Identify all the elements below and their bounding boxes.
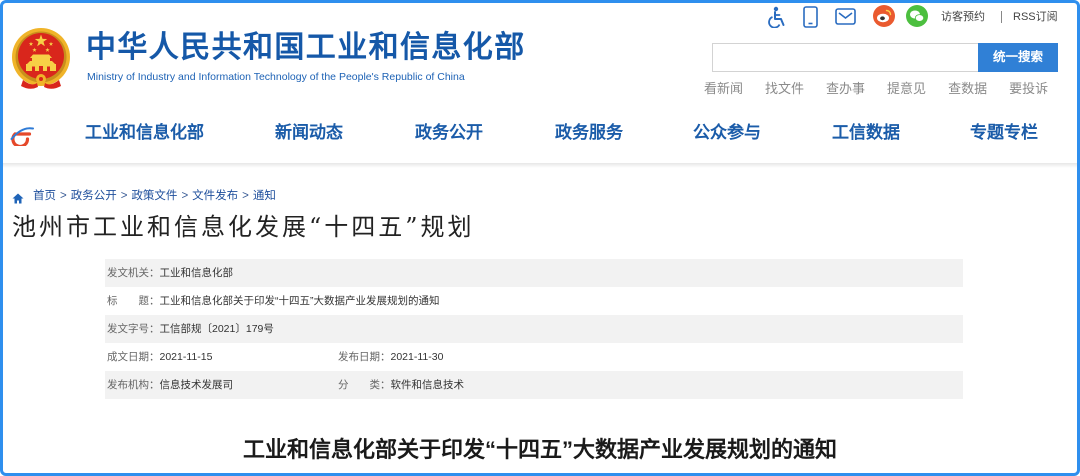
search-button[interactable]: 统一搜索 <box>978 43 1058 72</box>
quick-link-suggestions[interactable]: 提意见 <box>887 81 926 97</box>
site-title[interactable]: 中华人民共和国工业和信息化部 <box>86 30 526 66</box>
category-value: 软件和信息技术 <box>390 379 465 391</box>
nav-item-data[interactable]: 工信数据 <box>832 122 900 144</box>
doc-number-value: 工信部规〔2021〕179号 <box>159 323 274 335</box>
accessibility-icon[interactable] <box>767 6 787 29</box>
breadcrumb-gov-affairs[interactable]: 政务公开 <box>71 190 117 202</box>
site-subtitle: Ministry of Industry and Information Tec… <box>87 71 465 83</box>
mobile-icon[interactable] <box>803 6 818 28</box>
nav-divider <box>0 163 1080 168</box>
publish-date-label: 发布日期： <box>338 351 391 363</box>
doc-number-label: 发文字号： <box>107 323 160 335</box>
breadcrumb-separator: > <box>60 190 67 202</box>
breadcrumb-separator: > <box>120 190 128 202</box>
top-link-divider <box>1001 11 1002 23</box>
national-emblem-icon[interactable] <box>10 27 72 91</box>
breadcrumb-file-release[interactable]: 文件发布 <box>192 190 238 202</box>
category-field: 分 类：软件和信息技术 <box>338 371 464 399</box>
quick-links: 看新闻 找文件 查办事 提意见 查数据 要投诉 <box>704 81 1048 97</box>
written-date-label: 成文日期： <box>107 351 160 363</box>
weibo-icon[interactable] <box>873 5 895 27</box>
publisher-field: 发布机构：信息技术发展司 <box>107 371 233 399</box>
nav-item-gov-services[interactable]: 政务服务 <box>555 122 623 144</box>
written-date-value: 2021-11-15 <box>159 351 213 363</box>
nav-item-gov-affairs[interactable]: 政务公开 <box>415 122 483 144</box>
breadcrumb-separator: > <box>181 190 189 202</box>
quick-link-files[interactable]: 找文件 <box>765 81 804 97</box>
info-row: 发文字号：工信部规〔2021〕179号 <box>105 315 963 343</box>
publish-date-field: 发布日期：2021-11-30 <box>338 343 443 371</box>
publish-date-value: 2021-11-30 <box>390 351 444 363</box>
mail-icon[interactable] <box>835 8 856 25</box>
title-value: 工业和信息化部关于印发“十四五”大数据产业发展规划的通知 <box>159 295 440 307</box>
title-field: 标 题：工业和信息化部关于印发“十四五”大数据产业发展规划的通知 <box>107 287 440 315</box>
home-icon[interactable] <box>12 191 24 204</box>
breadcrumb-policy-files[interactable]: 政策文件 <box>131 190 177 202</box>
quick-link-news[interactable]: 看新闻 <box>704 81 743 97</box>
issuer-value: 工业和信息化部 <box>159 267 234 279</box>
quick-link-services[interactable]: 查办事 <box>826 81 865 97</box>
issuer-field: 发文机关：工业和信息化部 <box>107 259 233 287</box>
doc-number-field: 发文字号：工信部规〔2021〕179号 <box>107 315 274 343</box>
category-label: 分 类： <box>338 379 391 391</box>
publisher-label: 发布机构： <box>107 379 160 391</box>
breadcrumb-separator: > <box>242 190 249 202</box>
info-row: 标 题：工业和信息化部关于印发“十四五”大数据产业发展规划的通知 <box>105 287 963 315</box>
article-title: 工业和信息化部关于印发“十四五”大数据产业发展规划的通知 <box>242 437 837 462</box>
written-date-field: 成文日期：2021-11-15 <box>107 343 212 371</box>
quick-link-complaints[interactable]: 要投诉 <box>1009 81 1048 97</box>
issuer-label: 发文机关： <box>107 267 160 279</box>
search-input[interactable] <box>712 43 979 72</box>
quick-link-data[interactable]: 查数据 <box>948 81 987 97</box>
breadcrumb-notice[interactable]: 通知 <box>253 190 276 202</box>
info-row: 发布机构：信息技术发展司 分 类：软件和信息技术 <box>105 371 963 399</box>
document-info-table: 发文机关：工业和信息化部 标 题：工业和信息化部关于印发“十四五”大数据产业发展… <box>105 259 963 399</box>
visitor-booking-link[interactable]: 访客预约 <box>941 10 985 24</box>
info-row: 成文日期：2021-11-15 发布日期：2021-11-30 <box>105 343 963 371</box>
breadcrumb-home[interactable]: 首页 <box>33 190 56 202</box>
e-gov-logo-icon[interactable] <box>10 122 34 148</box>
nav-item-public-participation[interactable]: 公众参与 <box>693 122 761 144</box>
info-row: 发文机关：工业和信息化部 <box>105 259 963 287</box>
nav-item-special-topics[interactable]: 专题专栏 <box>970 122 1038 144</box>
wechat-icon[interactable] <box>906 5 928 27</box>
publisher-value: 信息技术发展司 <box>159 379 234 391</box>
nav-item-ministry[interactable]: 工业和信息化部 <box>85 122 204 144</box>
title-label: 标 题： <box>107 295 160 307</box>
nav-item-news[interactable]: 新闻动态 <box>275 122 343 144</box>
breadcrumb: 首页 > 政务公开 > 政策文件 > 文件发布 > 通知 <box>33 189 276 204</box>
page-title: 池州市工业和信息化发展“十四五”规划 <box>12 213 475 241</box>
rss-link[interactable]: RSS订阅 <box>1013 10 1058 24</box>
